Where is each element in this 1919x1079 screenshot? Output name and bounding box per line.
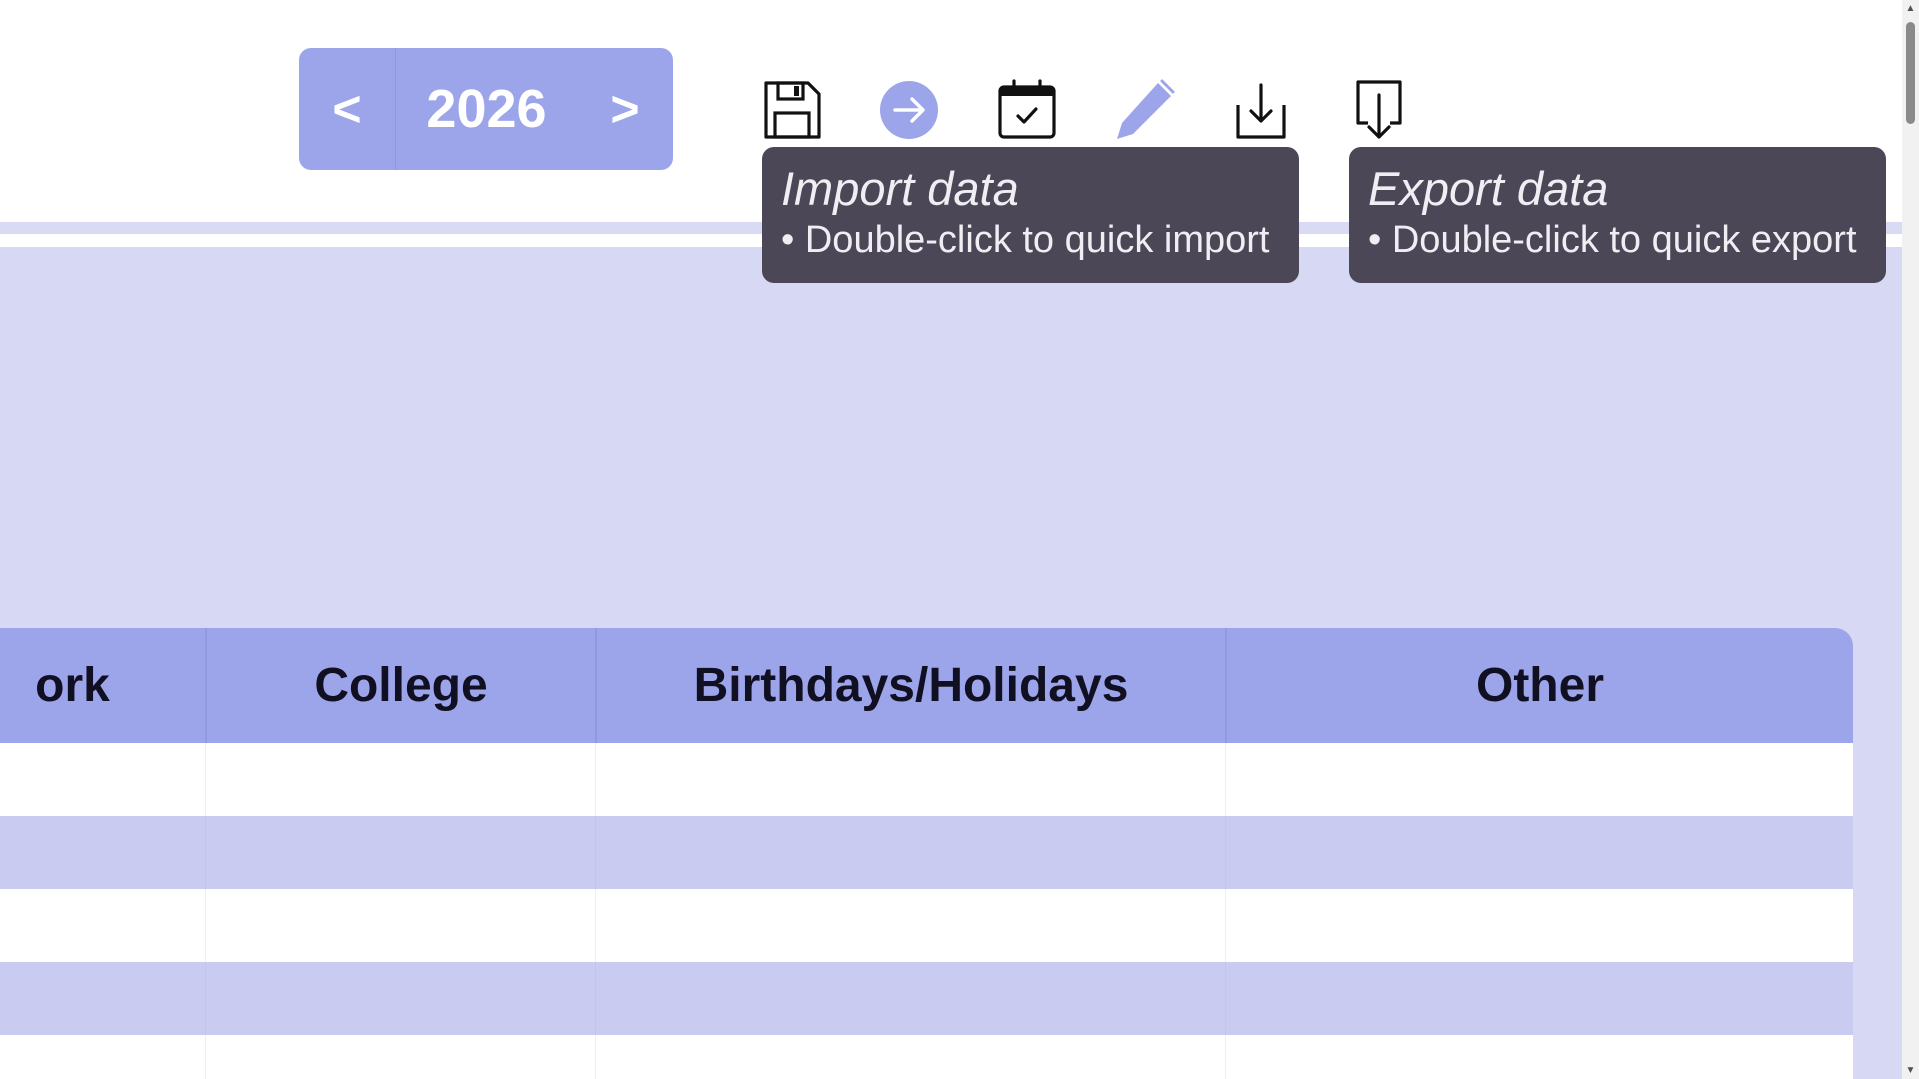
prev-year-button[interactable]: < (299, 48, 396, 170)
column-header-college: College (205, 628, 595, 743)
save-button[interactable] (760, 78, 824, 142)
import-icon (1236, 83, 1286, 139)
table-row (0, 962, 1853, 1035)
export-icon (1356, 80, 1402, 139)
calendar-check-icon (998, 79, 1056, 139)
import-button[interactable] (1229, 78, 1293, 142)
table-cell[interactable] (1225, 962, 1853, 1035)
table-cell[interactable] (1225, 1035, 1853, 1079)
import-tooltip-title: Import data (781, 162, 1019, 215)
calendar-button[interactable] (995, 78, 1059, 142)
import-tooltip: Import data • Double-click to quick impo… (762, 147, 1299, 283)
table-header: ork College Birthdays/Holidays Other (0, 628, 1853, 743)
table-cell[interactable] (1225, 743, 1853, 816)
column-header-work: ork (35, 659, 110, 712)
table-row (0, 816, 1853, 889)
pen-icon (1117, 79, 1175, 139)
scroll-down-arrow-icon[interactable]: ▼ (1902, 1062, 1919, 1079)
export-tooltip-title: Export data (1368, 162, 1609, 215)
save-icon (764, 81, 821, 139)
table-cell[interactable] (1225, 889, 1853, 962)
events-table: ork College Birthdays/Holidays Other (0, 628, 1853, 1079)
edit-button[interactable] (1112, 78, 1176, 142)
arrow-right-circle-icon (880, 81, 938, 139)
export-tooltip: Export data • Double-click to quick expo… (1349, 147, 1886, 283)
table-row (0, 743, 1853, 816)
table-cell[interactable] (595, 889, 1225, 962)
column-header-birthdays-holidays: Birthdays/Holidays (595, 628, 1225, 743)
scroll-up-arrow-icon[interactable]: ▲ (1902, 0, 1919, 17)
table-cell[interactable] (595, 816, 1225, 889)
table-cell[interactable] (205, 816, 595, 889)
import-tooltip-hint: • Double-click to quick import (781, 219, 1270, 261)
export-tooltip-hint: • Double-click to quick export (1368, 219, 1857, 261)
table-cell[interactable] (205, 962, 595, 1035)
scrollbar-thumb[interactable] (1906, 22, 1915, 124)
year-navigator: < 2026 > (299, 48, 673, 170)
table-row (0, 1035, 1853, 1079)
go-button[interactable] (877, 78, 941, 142)
export-button[interactable] (1347, 78, 1411, 142)
vertical-scrollbar[interactable]: ▲ ▼ (1902, 0, 1919, 1079)
table-cell[interactable] (595, 1035, 1225, 1079)
table-cell[interactable] (205, 743, 595, 816)
next-year-button[interactable]: > (577, 48, 673, 170)
table-row (0, 889, 1853, 962)
column-header-other: Other (1225, 628, 1853, 743)
table-cell[interactable] (595, 743, 1225, 816)
table-cell[interactable] (205, 1035, 595, 1079)
year-display: 2026 (426, 79, 547, 139)
table-cell[interactable] (595, 962, 1225, 1035)
table-cell[interactable] (205, 889, 595, 962)
table-cell[interactable] (1225, 816, 1853, 889)
